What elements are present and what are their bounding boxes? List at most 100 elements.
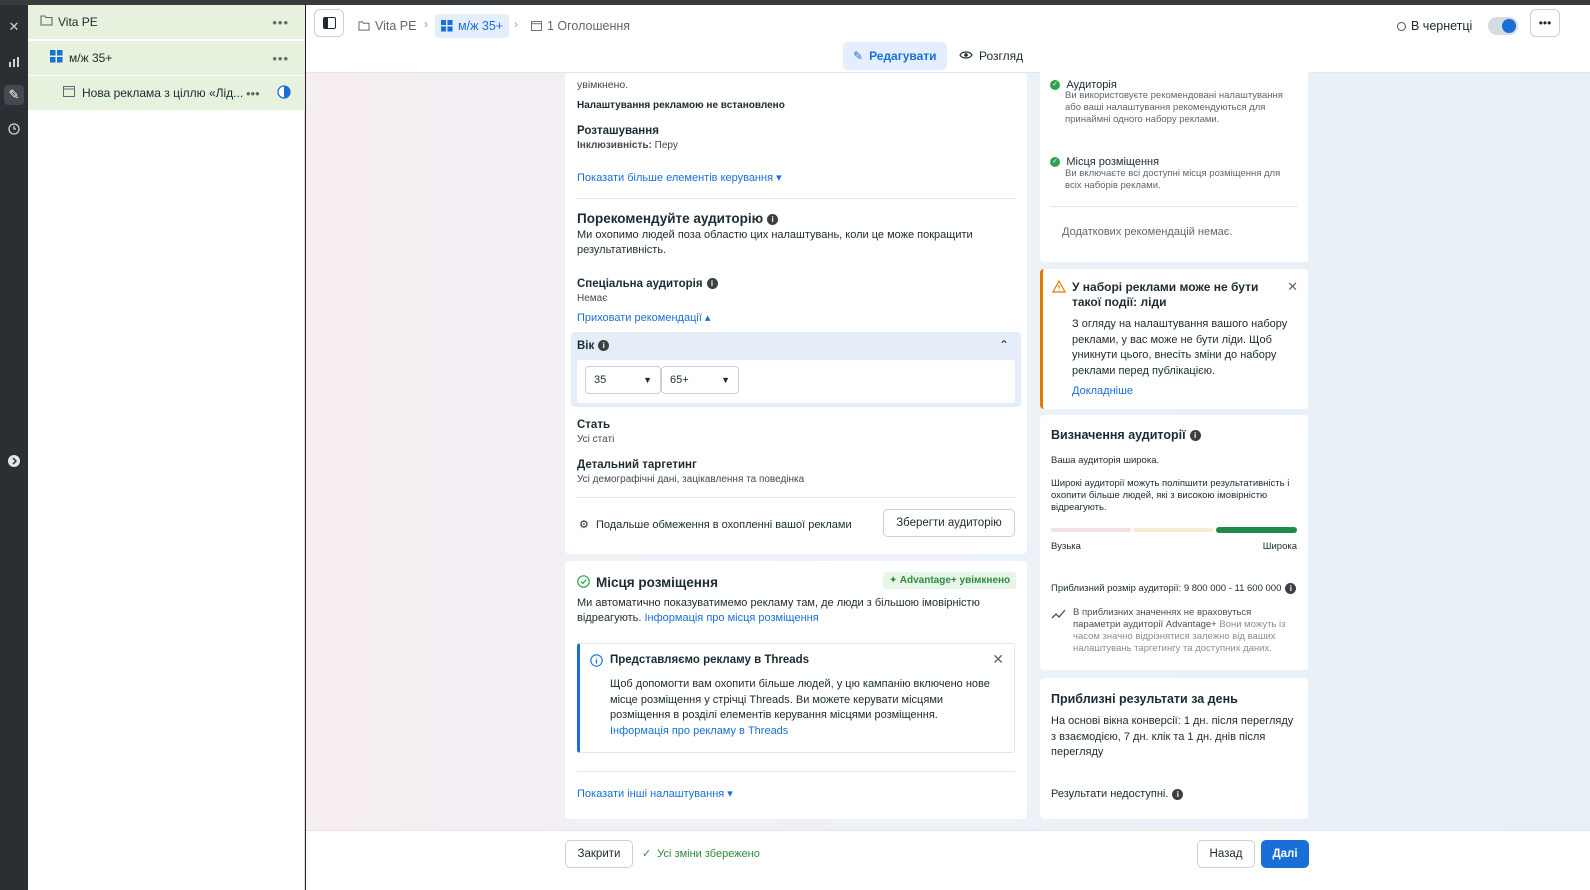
tool-rail: ✕ ✎: [0, 5, 28, 890]
location-title: Розташування: [577, 125, 659, 137]
draft-status: В чернетці: [1397, 14, 1472, 38]
restrictions-row[interactable]: ⚙ Подальше обмеження в охопленні вашої р…: [579, 518, 852, 531]
more-options-button[interactable]: •••: [1530, 9, 1560, 37]
tab-edit-label: Редагувати: [869, 49, 937, 63]
trend-icon: [1051, 608, 1067, 623]
pencil-icon[interactable]: ✎: [4, 85, 24, 105]
more-icon[interactable]: •••: [272, 15, 289, 30]
editor-main: Vita PE › м/ж 35+ › 1 Оголошення В черне…: [306, 5, 1590, 890]
estimate-note: В приблизних значеннях не враховуться па…: [1073, 607, 1298, 655]
suggest-audience-text: Ми охопимо людей поза областю цих налашт…: [577, 229, 973, 256]
more-icon: •••: [1538, 16, 1552, 30]
info-icon[interactable]: i: [598, 340, 610, 352]
top-bar: Vita PE › м/ж 35+ › 1 Оголошення В черне…: [306, 5, 1590, 73]
targeting-value: Усі демографічні дані, зацікавлення та п…: [577, 474, 805, 485]
breadcrumb-adset[interactable]: м/ж 35+: [435, 14, 510, 38]
publish-toggle[interactable]: [1488, 17, 1518, 35]
arrow-right-icon[interactable]: [4, 451, 24, 471]
save-audience-button[interactable]: Зберегти аудиторію: [883, 509, 1015, 537]
gender-value: Усі статі: [577, 434, 615, 445]
location-label: Інклюзивність:: [577, 140, 652, 151]
divider: [1050, 206, 1298, 207]
placements-info-link[interactable]: Інформація про місця розміщення: [644, 612, 818, 624]
age-min-select[interactable]: 35 ▼: [585, 366, 661, 394]
tab-review[interactable]: Розгляд: [949, 42, 1033, 70]
grid-icon: [50, 50, 63, 66]
info-icon[interactable]: i: [767, 213, 779, 225]
learn-more-link[interactable]: Докладніше: [1072, 385, 1133, 397]
audience-card: увімкнено. Налаштування рекламою не вста…: [565, 73, 1027, 554]
hide-recommendations-link[interactable]: Приховати рекомендації ▴: [577, 311, 710, 324]
chevron-right-icon: ›: [514, 17, 518, 31]
draft-status-label: В чернетці: [1411, 19, 1473, 33]
age-inputs: 35 ▼ 65+ ▼: [577, 360, 1015, 403]
audience-rec-text: Ви використовуєте рекомендовані налаштув…: [1065, 90, 1283, 125]
info-icon[interactable]: i: [1172, 788, 1184, 800]
breadcrumb-label: 1 Оголошення: [547, 19, 631, 33]
nav-campaign[interactable]: Vita PE •••: [28, 5, 305, 39]
age-label: Вік: [577, 340, 595, 352]
chevron-up-icon[interactable]: ⌃: [999, 338, 1009, 352]
more-icon[interactable]: •••: [272, 51, 289, 66]
warning-card: У наборі реклами може не бути такої поді…: [1040, 269, 1308, 409]
info-circle-icon: [590, 654, 603, 670]
nav-adset[interactable]: м/ж 35+ •••: [28, 41, 305, 75]
structure-panel: Vita PE ••• м/ж 35+ ••• Нова реклама з ц…: [28, 5, 305, 890]
check-icon: ✓: [642, 848, 652, 860]
recommendations-card: ✓ Аудиторія Ви використовуєте рекомендов…: [1040, 67, 1308, 262]
no-more-recs-text: Додаткових рекомендацій немає.: [1062, 226, 1233, 238]
daily-results-status: Результати недоступні. i: [1051, 788, 1184, 800]
toggle-panel-button[interactable]: [314, 9, 344, 37]
saved-status: ✓ Усі зміни збережено: [642, 847, 760, 860]
close-icon[interactable]: ✕: [4, 17, 24, 37]
divider: [577, 771, 1015, 772]
text-line: увімкнено.: [577, 79, 629, 91]
next-button[interactable]: Далі: [1261, 840, 1309, 868]
audience-gauge: [1051, 527, 1297, 533]
threads-title: Представляємо рекламу в Threads: [610, 654, 810, 666]
suggest-audience-label: Порекомендуйте аудиторію: [577, 211, 764, 226]
ad-icon: [63, 86, 75, 100]
close-icon[interactable]: ✕: [992, 651, 1004, 668]
placement-rec-text: Ви включаєте всі доступні місця розміщен…: [1065, 168, 1281, 191]
daily-results-card: Приблизні результати за день На основі в…: [1040, 678, 1308, 819]
ad-icon: [531, 21, 542, 31]
age-max-select[interactable]: 65+ ▼: [661, 366, 739, 394]
caret-down-icon: ▼: [643, 375, 652, 385]
back-button[interactable]: Назад: [1197, 840, 1255, 868]
show-other-settings-link[interactable]: Показати інші налаштування ▾: [577, 787, 733, 800]
nav-ad[interactable]: Нова реклама з ціллю «Лід... •••: [28, 76, 305, 110]
breadcrumb-ad[interactable]: 1 Оголошення: [531, 14, 630, 38]
panel-icon: [322, 17, 336, 29]
info-icon[interactable]: i: [1285, 583, 1297, 594]
threads-info-link[interactable]: Інформація про рекламу в Threads: [610, 725, 788, 737]
nav-ad-label: Нова реклама з ціллю «Лід...: [82, 86, 244, 100]
gauge-broad-label: Широка: [1262, 541, 1297, 552]
daily-results-text: На основі вікна конверсії: 1 дн. після п…: [1051, 715, 1294, 758]
tab-edit[interactable]: ✎ Редагувати: [843, 42, 947, 70]
location-value: Перу: [654, 140, 678, 151]
divider: [577, 497, 1015, 498]
chevron-right-icon: ›: [424, 17, 428, 31]
divider: [577, 198, 1015, 199]
chart-icon[interactable]: [4, 52, 24, 72]
more-icon[interactable]: •••: [246, 86, 260, 101]
threads-text-block: Щоб допомогти вам охопити більше людей, …: [610, 677, 1006, 739]
age-section: Вік i ⌃ 35 ▼ 65+ ▼: [571, 332, 1021, 407]
clock-icon[interactable]: [4, 119, 24, 139]
info-icon[interactable]: i: [706, 278, 718, 290]
close-button[interactable]: Закрити: [565, 840, 633, 868]
size-row: Приблизний розмір аудиторії: 9 800 000 -…: [1051, 583, 1297, 595]
breadcrumb-campaign[interactable]: Vita PE: [358, 14, 416, 38]
age-max-value: 65+: [670, 374, 689, 386]
folder-icon: [358, 21, 370, 31]
close-icon[interactable]: ✕: [1287, 279, 1298, 295]
show-more-controls-link[interactable]: Показати більше елементів керування ▾: [577, 171, 782, 184]
restrictions-label: Подальше обмеження в охопленні вашої рек…: [595, 519, 852, 531]
nav-campaign-label: Vita PE: [58, 15, 98, 29]
controls-status: Налаштування рекламою не встановлено: [577, 100, 785, 111]
pencil-icon: ✎: [853, 49, 864, 63]
gauge-narrow-label: Вузька: [1051, 541, 1081, 552]
custom-audience-label: Спеціальна аудиторія: [577, 278, 703, 290]
info-icon[interactable]: i: [1189, 430, 1201, 442]
